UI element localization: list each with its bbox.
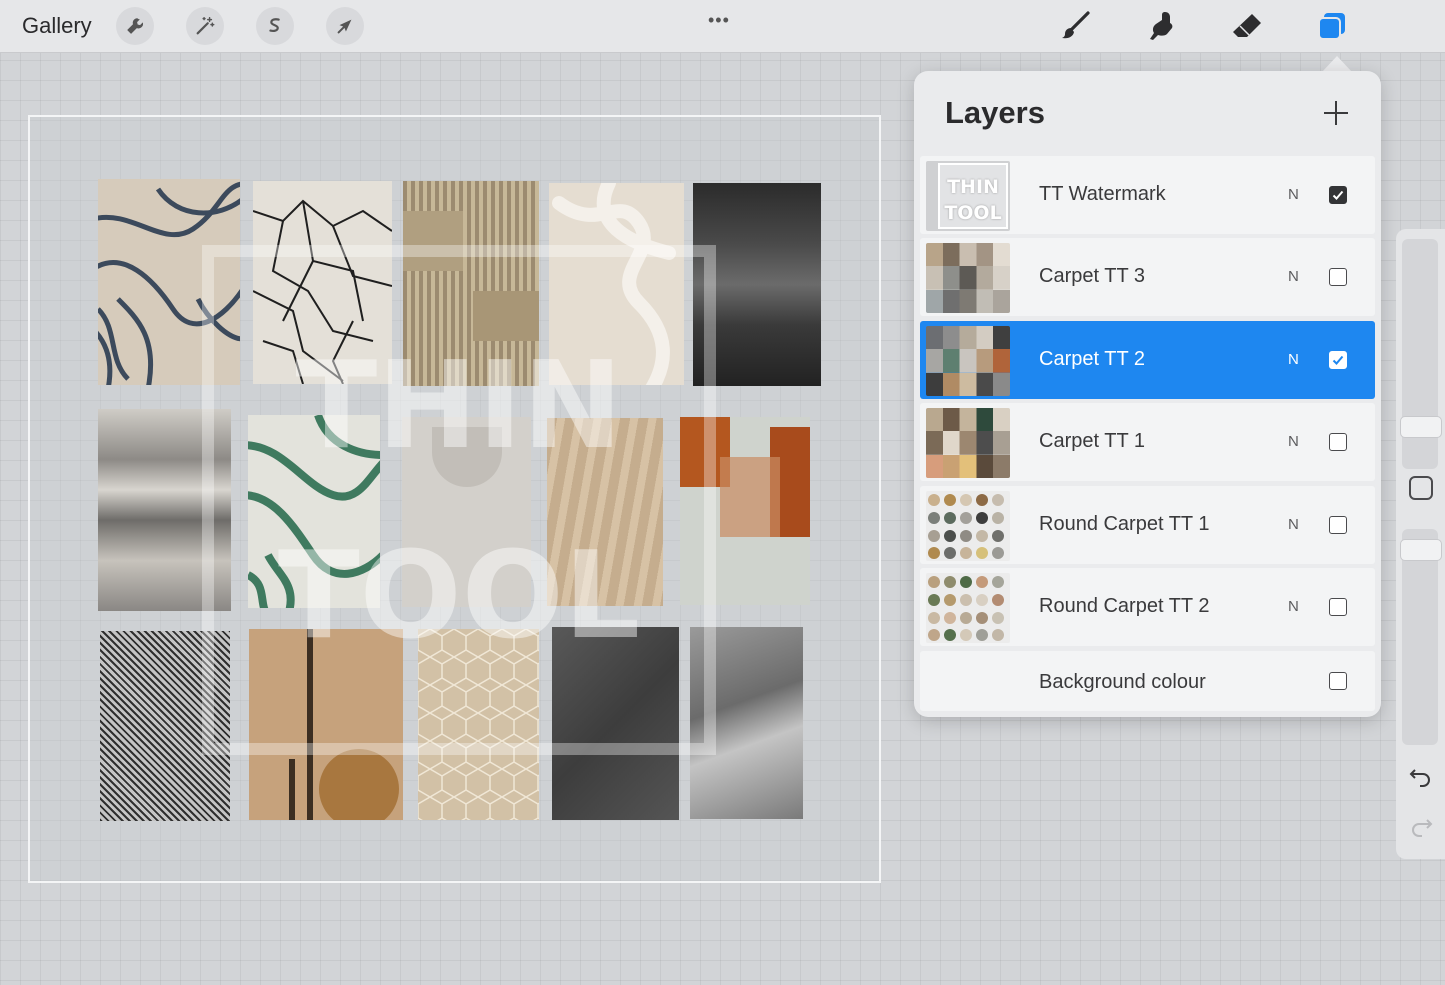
layers-icon[interactable] xyxy=(1314,8,1350,44)
layers-panel: Layers THIN TOOL TT Watermark N Carpet T… xyxy=(914,71,1381,717)
plus-icon[interactable] xyxy=(1322,99,1350,127)
layer-visibility-checkbox[interactable] xyxy=(1329,672,1347,690)
watermark-line-1: THIN xyxy=(295,337,623,476)
opacity-slider[interactable] xyxy=(1402,529,1438,745)
blend-mode-button[interactable]: N xyxy=(1288,516,1299,533)
layer-row-background-colour[interactable]: Background colour xyxy=(920,651,1375,711)
layer-name: Background colour xyxy=(1039,671,1206,693)
thumb-text-2: TOOL xyxy=(944,202,1002,224)
blend-mode-button[interactable]: N xyxy=(1288,186,1299,203)
layer-visibility-checkbox[interactable] xyxy=(1329,268,1347,286)
layer-thumbnail xyxy=(926,326,1010,396)
layer-visibility-checkbox[interactable] xyxy=(1329,598,1347,616)
layer-visibility-checkbox[interactable] xyxy=(1329,516,1347,534)
layer-thumbnail xyxy=(926,573,1010,643)
layer-thumbnail: THIN TOOL xyxy=(926,161,1010,231)
layer-row-round-carpet-tt-1[interactable]: Round Carpet TT 1 N xyxy=(920,486,1375,564)
layers-title: Layers xyxy=(945,95,1045,130)
transform-arrow-icon[interactable] xyxy=(326,7,364,45)
magic-wand-icon[interactable] xyxy=(186,7,224,45)
layer-thumbnail xyxy=(926,491,1010,561)
more-menu-button[interactable]: ••• xyxy=(708,10,730,31)
layer-visibility-checkbox[interactable] xyxy=(1329,186,1347,204)
layer-name: TT Watermark xyxy=(1039,183,1166,205)
layer-name: Round Carpet TT 1 xyxy=(1039,513,1210,535)
layer-row-carpet-tt-2[interactable]: Carpet TT 2 N xyxy=(920,321,1375,399)
layer-row-carpet-tt-3[interactable]: Carpet TT 3 N xyxy=(920,238,1375,316)
layer-visibility-checkbox[interactable] xyxy=(1329,351,1347,369)
layer-name: Carpet TT 2 xyxy=(1039,348,1145,370)
layer-row-tt-watermark[interactable]: THIN TOOL TT Watermark N xyxy=(920,156,1375,234)
wrench-icon[interactable] xyxy=(116,7,154,45)
panel-pointer xyxy=(1322,56,1352,72)
layer-visibility-checkbox[interactable] xyxy=(1329,433,1347,451)
opacity-handle[interactable] xyxy=(1400,539,1442,561)
blend-mode-button[interactable]: N xyxy=(1288,268,1299,285)
layer-name: Carpet TT 1 xyxy=(1039,430,1145,452)
layer-row-round-carpet-tt-2[interactable]: Round Carpet TT 2 N xyxy=(920,568,1375,646)
layer-thumbnail xyxy=(926,243,1010,313)
layer-thumbnail xyxy=(926,408,1010,478)
blend-mode-button[interactable]: N xyxy=(1288,433,1299,450)
smudge-icon[interactable] xyxy=(1144,8,1180,44)
brush-icon[interactable] xyxy=(1058,8,1094,44)
eraser-icon[interactable] xyxy=(1229,8,1265,44)
gallery-button[interactable]: Gallery xyxy=(22,13,92,39)
thumb-text-1: THIN xyxy=(947,176,999,198)
selection-icon[interactable] xyxy=(256,7,294,45)
modifier-square-icon[interactable] xyxy=(1409,476,1433,500)
layer-name: Carpet TT 3 xyxy=(1039,265,1145,287)
brush-size-handle[interactable] xyxy=(1400,416,1442,438)
top-toolbar: Gallery ••• xyxy=(0,0,1445,53)
undo-icon[interactable] xyxy=(1408,764,1434,790)
blend-mode-button[interactable]: N xyxy=(1288,598,1299,615)
watermark-frame xyxy=(202,245,716,755)
layer-row-carpet-tt-1[interactable]: Carpet TT 1 N xyxy=(920,403,1375,481)
layer-name: Round Carpet TT 2 xyxy=(1039,595,1210,617)
redo-icon[interactable] xyxy=(1408,814,1434,840)
blend-mode-button[interactable]: N xyxy=(1288,351,1299,368)
watermark-line-2: TOOL xyxy=(277,527,641,666)
artwork-canvas[interactable]: THIN TOOL xyxy=(28,115,881,883)
